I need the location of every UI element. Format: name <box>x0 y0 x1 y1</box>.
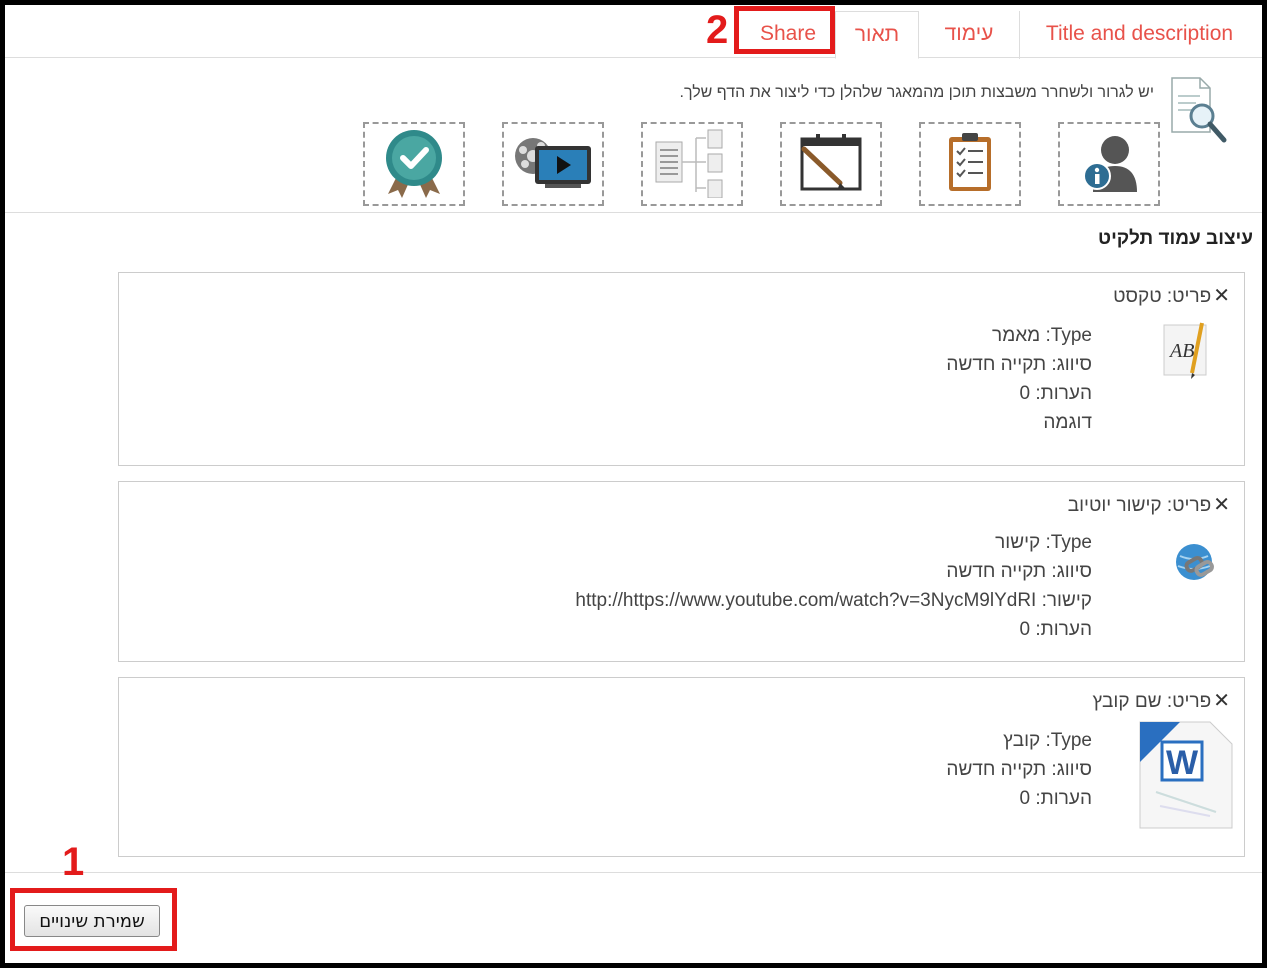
item-title: פריט: טקסט <box>1113 286 1212 307</box>
toolbar-hint: יש לגרור ולשחרר משבצות תוכן מהמאגר שלהלן… <box>679 84 1154 101</box>
item-title: פריט: שם קובץ <box>1092 691 1212 712</box>
tool-notepad[interactable] <box>780 122 882 206</box>
user-info-icon <box>1077 130 1141 199</box>
item-type: Type: קובץ <box>1003 730 1092 751</box>
svg-text:W: W <box>1166 744 1199 782</box>
tool-video[interactable] <box>502 122 604 206</box>
save-changes-button[interactable]: שמירת שינויים <box>24 905 160 937</box>
item-details: Type: מאמר סיווג: תקייה חדשה הערות: 0 דו… <box>946 321 1092 437</box>
toolbar-divider <box>5 212 1262 213</box>
item-details: Type: קובץ סיווג: תקייה חדשה הערות: 0 <box>946 726 1092 813</box>
tool-certificate[interactable] <box>363 122 465 206</box>
close-icon[interactable]: ✕ <box>1213 690 1230 712</box>
annotation-number-1: 1 <box>62 840 85 884</box>
tab-paging[interactable]: עימוד <box>919 11 1019 59</box>
tab-description[interactable]: תאור <box>835 11 919 59</box>
item-card-link: ✕פריט: קישור יוטיוב Type: קישור סיווג: ת… <box>118 481 1245 662</box>
certificate-badge-icon <box>378 126 450 203</box>
section-title: עיצוב עמוד תלקיט <box>1098 228 1253 249</box>
item-card-text: ✕פריט: טקסט AB Type: מאמר סיווג: תקייה ח… <box>118 272 1245 466</box>
item-category: סיווג: תקייה חדשה <box>946 354 1092 375</box>
close-icon[interactable]: ✕ <box>1213 494 1230 516</box>
item-comments: הערות: 0 <box>1019 383 1092 404</box>
footer-divider <box>5 872 1262 873</box>
item-category: סיווג: תקייה חדשה <box>946 561 1092 582</box>
item-link[interactable]: קישור: http://https://www.youtube.com/wa… <box>575 586 1092 615</box>
svg-text:AB: AB <box>1168 340 1194 362</box>
item-header: ✕פריט: קישור יוטיוב <box>1068 492 1230 517</box>
close-icon[interactable]: ✕ <box>1213 285 1230 307</box>
annotation-box-share <box>734 6 835 54</box>
video-player-icon <box>511 132 595 197</box>
item-category: סיווג: תקייה חדשה <box>946 759 1092 780</box>
item-description: דוגמה <box>1043 412 1092 433</box>
item-header: ✕פריט: שם קובץ <box>1092 688 1230 713</box>
globe-link-icon <box>1170 538 1220 593</box>
item-details: Type: קישור סיווג: תקייה חדשה קישור: htt… <box>575 528 1092 644</box>
tool-checklist[interactable] <box>919 122 1021 206</box>
item-comments: הערות: 0 <box>1019 788 1092 809</box>
sitemap-icon <box>652 126 732 203</box>
tab-bar: Title and description עימוד תאור Share <box>5 5 1262 59</box>
item-card-file: ✕פריט: שם קובץ W Type: קובץ סיווג: תקייה… <box>118 677 1245 857</box>
magnifier-document-icon <box>1168 72 1232 144</box>
annotation-number-2: 2 <box>706 8 729 52</box>
item-type: Type: קישור <box>995 532 1092 553</box>
notepad-pencil-icon <box>796 131 866 198</box>
word-file-icon: W <box>1136 720 1236 835</box>
item-type: Type: מאמר <box>992 325 1092 346</box>
tool-sitemap[interactable] <box>641 122 743 206</box>
item-title: פריט: קישור יוטיוב <box>1067 495 1212 516</box>
item-comments: הערות: 0 <box>1019 619 1092 640</box>
clipboard-checklist-icon <box>945 131 995 198</box>
tab-title-description[interactable]: Title and description <box>1019 11 1259 59</box>
text-document-icon: AB <box>1158 319 1220 386</box>
item-header: ✕פריט: טקסט <box>1113 283 1230 308</box>
tool-user-info[interactable] <box>1058 122 1160 206</box>
